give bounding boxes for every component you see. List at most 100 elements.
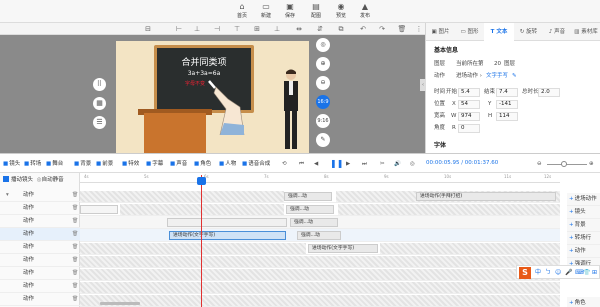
save-button[interactable]: ▣ 保存 (277, 1, 303, 22)
timeline-clip-empty[interactable] (167, 218, 287, 227)
track-label[interactable]: ▾ 动作 🗑 (0, 189, 80, 202)
track-row[interactable] (80, 268, 560, 281)
image-button[interactable]: ▤ 配图 (303, 1, 329, 22)
trash-icon[interactable]: 🗑 (72, 280, 78, 293)
rewind-icon[interactable]: ⟲ (282, 159, 287, 169)
ime-emoji-icon[interactable]: ☺ (555, 268, 561, 278)
teacher-character[interactable] (280, 67, 302, 153)
tl-camera-button[interactable]: ■镜头 (3, 159, 20, 169)
track-row[interactable]: 强调...动 (80, 216, 560, 229)
scene-stage[interactable]: 合并同类项 3a+3a=6a 字母不变 (116, 41, 309, 153)
next-frame-icon[interactable]: ▶ (346, 159, 350, 169)
align-top-icon[interactable]: ⊤ (232, 24, 242, 34)
tl-background-button[interactable]: ■背景 (74, 159, 91, 169)
tl-foreground-button[interactable]: ■前景 (96, 159, 113, 169)
pen-icon[interactable]: ✎ (316, 133, 330, 147)
hand-illustration[interactable] (206, 79, 246, 135)
play-pause-icon[interactable]: ❚❚ (330, 159, 343, 169)
action-link[interactable]: 文字手写 (486, 71, 508, 82)
volume-icon[interactable]: 🔊 (394, 159, 401, 169)
timeline-tracks[interactable]: 强调...动 进场动作(手拜打招) 强调...动 强调...动 进场动作(文字手… (80, 183, 560, 307)
new-button[interactable]: ▭ 新建 (253, 1, 279, 22)
start-input[interactable]: 5.4 (458, 88, 480, 97)
camera-snap-icon[interactable]: ◎ (410, 159, 415, 169)
timeline-clip-empty[interactable] (80, 205, 118, 214)
lock-icon[interactable]: ⊟ (143, 24, 153, 34)
tab-rotate[interactable]: ↻ 旋转 (514, 23, 543, 41)
track-label[interactable]: 动作 🗑 (0, 241, 80, 254)
add-transition-button[interactable]: +转场行 (567, 232, 600, 245)
distribute-v-icon[interactable]: ⇵ (315, 24, 325, 34)
undo-icon[interactable]: ↶ (358, 24, 368, 34)
ratio-9-16-button[interactable]: 9:16 (316, 114, 330, 128)
board-title[interactable]: 合并同类项 (157, 55, 251, 68)
track-row[interactable]: 强调...动 (80, 203, 560, 216)
tl-tts-button[interactable]: ■语音合成 (242, 159, 270, 169)
timeline-clip[interactable]: 强调...动 (297, 231, 341, 240)
align-middle-icon[interactable]: ⊞ (252, 24, 262, 34)
redo-icon[interactable]: ↷ (377, 24, 387, 34)
add-role-button[interactable]: +角色 (567, 297, 600, 307)
layers-icon[interactable]: ▦ (93, 97, 106, 110)
publish-button[interactable]: ▲ 发布 (352, 1, 378, 22)
timeline-clip[interactable]: 进场动作(文字手写) (308, 244, 378, 253)
track-label[interactable]: 动作 🗑 (0, 280, 80, 293)
width-input[interactable]: 974 (458, 112, 480, 121)
timeline-clip[interactable]: 进场动作(手拜打招) (416, 192, 556, 201)
height-input[interactable]: 114 (496, 112, 518, 121)
timeline-clip[interactable]: 强调...动 (286, 205, 334, 214)
tl-stage-button[interactable]: ■舞台 (46, 159, 63, 169)
rotation-input[interactable]: 0 (458, 124, 480, 133)
ime-chinese-icon[interactable]: 中 (535, 268, 541, 278)
align-left-icon[interactable]: ⊢ (174, 24, 184, 34)
timeline-clip[interactable]: 强调...动 (284, 192, 332, 201)
end-input[interactable]: 7.4 (496, 88, 518, 97)
add-background-button[interactable]: +背景 (567, 219, 600, 232)
preview-button[interactable]: ◉ 预览 (328, 1, 354, 22)
collapse-arrow-icon[interactable]: ▾ (6, 189, 9, 202)
zoom-out-icon[interactable]: ⊖ (316, 76, 330, 90)
tab-sound[interactable]: ♪ 声音 (543, 23, 571, 41)
trash-icon[interactable]: 🗑 (72, 267, 78, 280)
ime-punctuation-icon[interactable]: ㄅ (545, 268, 551, 278)
playhead-line[interactable] (201, 175, 202, 307)
ratio-16-9-button[interactable]: 16:9 (316, 95, 330, 109)
tl-subtitle-button[interactable]: ■字幕 (146, 159, 163, 169)
tab-library[interactable]: ▥ 素材库 (571, 23, 600, 41)
track-row[interactable]: 强调...动 进场动作(手拜打招) (80, 190, 560, 203)
checkbox-icon[interactable] (3, 176, 9, 182)
delete-icon[interactable]: 🗑 (397, 24, 407, 34)
track-row[interactable] (80, 294, 560, 307)
distribute-h-icon[interactable]: ⇹ (294, 24, 304, 34)
ime-toolbox-icon[interactable]: ⊞ (592, 268, 597, 278)
zoom-slider-knob[interactable] (561, 161, 567, 167)
prev-frame-icon[interactable]: ◀ (314, 159, 318, 169)
y-input[interactable]: -141 (496, 100, 518, 109)
tl-role-button[interactable]: ■角色 (194, 159, 211, 169)
ime-skin-icon[interactable]: 👕 (583, 268, 590, 278)
trash-icon[interactable]: 🗑 (72, 202, 78, 215)
trash-icon[interactable]: 🗑 (72, 228, 78, 241)
add-action-button[interactable]: +动作 (567, 245, 600, 258)
edit-icon[interactable]: ✎ (512, 71, 517, 82)
track-row[interactable]: 进场动作(文字手写) (80, 242, 560, 255)
sogou-logo-icon[interactable]: S (519, 267, 531, 279)
timeline-scrollbar[interactable] (100, 302, 140, 305)
trash-icon[interactable]: 🗑 (72, 189, 78, 202)
action-select[interactable]: 进场动作 › (456, 71, 482, 82)
track-label[interactable]: 动作 🗑 (0, 267, 80, 280)
total-input[interactable]: 2.0 (538, 88, 560, 97)
track-label[interactable]: 动作 🗑 (0, 293, 80, 306)
skip-end-icon[interactable]: ⏭ (362, 159, 367, 169)
trash-icon[interactable]: 🗑 (72, 293, 78, 306)
zoom-slider[interactable] (547, 164, 587, 165)
panel-collapse-handle[interactable]: ‹ (420, 79, 426, 91)
tab-shape[interactable]: ▭ 图形 (455, 23, 484, 41)
tab-image[interactable]: ▣ 图片 (426, 23, 455, 41)
group-icon[interactable]: ⧉ (336, 24, 346, 34)
timeline-ruler[interactable]: 4s 5s 6s 7s 8s 9s 10s 11s 12s (80, 173, 560, 183)
track-row-selected[interactable]: 进场动作(文字手写) 强调...动 (80, 229, 560, 242)
add-camera-button[interactable]: +镜头 (567, 206, 600, 219)
zoom-in-icon[interactable]: ⊕ (316, 57, 330, 71)
tl-person-button[interactable]: ■人物 (219, 159, 236, 169)
